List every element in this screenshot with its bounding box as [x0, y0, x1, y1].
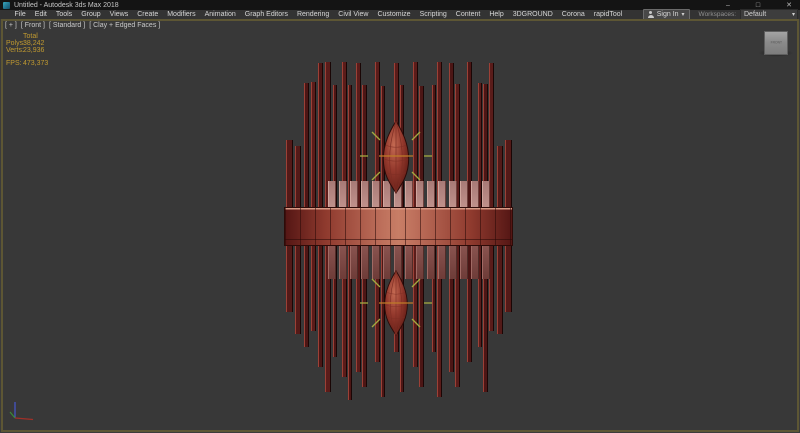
inner-slat [339, 245, 347, 279]
caret-down-icon: ▾ [792, 12, 795, 18]
menu-item-views[interactable]: Views [105, 10, 133, 19]
inner-slat [482, 245, 490, 279]
stats-row-1-value: 23,936 [23, 48, 44, 55]
window-title: Untitled - Autodesk 3ds Max 2018 [14, 1, 119, 10]
inner-slat [449, 245, 457, 279]
light-helper-gizmo [358, 118, 434, 194]
caret-down-icon: ▾ [682, 12, 685, 18]
chandelier-model[interactable] [3, 21, 797, 430]
menu-item-help[interactable]: Help [485, 10, 508, 19]
menu-item-edit[interactable]: Edit [30, 10, 51, 19]
inner-slat [350, 181, 358, 208]
viewport-layout-menu[interactable]: [ Standard ] [49, 22, 85, 30]
stats-fps-value: 473,373 [23, 61, 48, 68]
viewport-shading-menu[interactable]: [ Clay + Edged Faces ] [89, 22, 160, 30]
workspace-value: Default [744, 11, 766, 18]
menu-item-corona[interactable]: Corona [557, 10, 589, 19]
menu-item-customize[interactable]: Customize [373, 10, 415, 19]
inner-slat [328, 181, 336, 208]
world-axis-tripod [7, 401, 35, 423]
app-window: Untitled - Autodesk 3ds Max 2018 – □ ✕ F… [0, 0, 800, 433]
light-helper-gizmo [358, 265, 434, 341]
menu-list: FileEditToolsGroupViewsCreateModifiersAn… [10, 10, 627, 19]
viewcube[interactable]: FRONT [764, 31, 788, 55]
viewcube-face-label: FRONT [770, 41, 781, 44]
menu-item-rendering[interactable]: Rendering [292, 10, 333, 19]
viewport-plus-menu[interactable]: [ + ] [5, 22, 17, 30]
menu-item-group[interactable]: Group [77, 10, 105, 19]
inner-slat [460, 181, 468, 208]
inner-slat [449, 181, 457, 208]
menu-item-tools[interactable]: Tools [51, 10, 76, 19]
viewport-view-menu[interactable]: [ Front ] [21, 22, 45, 30]
menubar: FileEditToolsGroupViewsCreateModifiersAn… [0, 10, 800, 19]
menu-item-3dground[interactable]: 3DGROUND [508, 10, 557, 19]
inner-slat [471, 245, 479, 279]
inner-slat [438, 245, 446, 279]
inner-slat [339, 181, 347, 208]
menu-item-file[interactable]: File [10, 10, 30, 19]
stats-row-1-label: Verts: [6, 48, 23, 55]
menu-item-scripting[interactable]: Scripting [415, 10, 451, 19]
sign-in-label: Sign In [657, 11, 679, 18]
viewport-label: [ + ] [ Front ] [ Standard ] [ Clay + Edged… [5, 22, 160, 30]
user-icon [648, 11, 654, 18]
workspaces-label: Workspaces: [699, 11, 736, 18]
viewport-frame: [ + ] [ Front ] [ Standard ] [ Clay + Edged… [1, 19, 799, 432]
menu-item-modifiers[interactable]: Modifiers [163, 10, 200, 19]
3dsmax-app-icon [3, 2, 10, 9]
inner-slat [328, 245, 336, 279]
inner-slat [350, 245, 358, 279]
inner-slat [482, 181, 490, 208]
inner-slat [460, 245, 468, 279]
menu-item-animation[interactable]: Animation [200, 10, 240, 19]
front-viewport[interactable]: [ + ] [ Front ] [ Standard ] [ Clay + Edged… [3, 21, 797, 430]
inner-slat [438, 181, 446, 208]
menu-item-graph-editors[interactable]: Graph Editors [240, 10, 292, 19]
stats-fps-label: FPS: [6, 61, 23, 68]
menu-item-rapidtool[interactable]: rapidTool [589, 10, 626, 19]
menu-item-create[interactable]: Create [133, 10, 163, 19]
drum-band [284, 207, 513, 246]
menu-item-content[interactable]: Content [451, 10, 485, 19]
statistics-overlay: TotalPolys:38,242Verts:23,936FPS:473,373 [6, 34, 48, 68]
menu-item-civil-view[interactable]: Civil View [334, 10, 373, 19]
inner-slat [471, 181, 479, 208]
